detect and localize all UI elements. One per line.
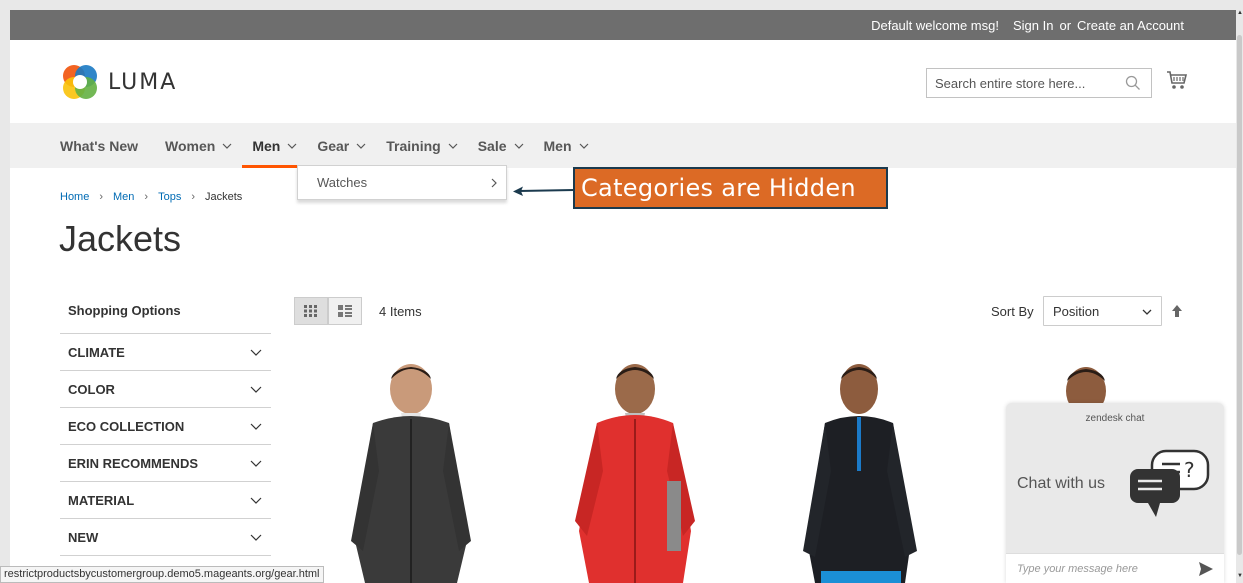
status-bar-url: restrictproductsbycustomergroup.demo5.ma… xyxy=(0,566,324,583)
logo-text: LUMA xyxy=(108,69,178,95)
chat-brand: zendesk chat xyxy=(1085,413,1145,424)
sort-by-value: Position xyxy=(1053,303,1100,319)
chevron-down-icon xyxy=(287,143,297,149)
chevron-down-icon xyxy=(448,143,458,149)
view-mode-switcher xyxy=(294,297,362,325)
chevron-down-icon xyxy=(222,143,232,149)
chevron-down-icon xyxy=(250,349,262,356)
page: Default welcome msg! Sign In or Create a… xyxy=(10,10,1236,583)
page-title: Jackets xyxy=(59,218,182,259)
filter-label: ECO COLLECTION xyxy=(68,418,185,434)
scrollbar-thumb[interactable] xyxy=(1237,35,1242,555)
product-image-black-fleece-jacket[interactable] xyxy=(333,361,493,583)
scroll-up-icon[interactable]: ▲ xyxy=(1237,10,1243,16)
nav-item-training[interactable]: Training xyxy=(386,123,458,168)
filter-material[interactable]: MATERIAL xyxy=(60,482,271,519)
sidebar: Shopping Options CLIMATE COLOR ECO COLLE… xyxy=(60,290,271,556)
luma-logo-icon xyxy=(63,65,97,99)
filter-color[interactable]: COLOR xyxy=(60,371,271,408)
chevron-down-icon xyxy=(579,143,588,149)
nav-item-label: Men xyxy=(543,137,572,154)
chevron-down-icon xyxy=(250,497,262,504)
nav-item-men[interactable]: Men xyxy=(242,123,309,168)
nav-item-label: Men xyxy=(252,137,281,154)
top-bar: Default welcome msg! Sign In or Create a… xyxy=(10,10,1236,40)
chevron-down-icon xyxy=(250,534,262,541)
chat-input-placeholder: Type your message here xyxy=(1017,562,1138,575)
or-text: or xyxy=(1059,17,1072,33)
nav-item-women[interactable]: Women xyxy=(165,123,233,168)
submenu-dropdown: Watches xyxy=(297,165,507,200)
nav-item-sale[interactable]: Sale xyxy=(478,123,525,168)
nav-item-men-2[interactable]: Men xyxy=(544,123,590,168)
nav-item-whats-new[interactable]: What's New xyxy=(60,123,138,168)
chevron-down-icon xyxy=(250,386,262,393)
nav-item-label: What's New xyxy=(60,137,139,154)
main-nav: What's New Women Men Gear Training Sale … xyxy=(10,123,1236,168)
nav-item-label: Training xyxy=(386,137,441,154)
sign-in-link[interactable]: Sign In xyxy=(1013,18,1053,33)
nav-item-label: Women xyxy=(165,137,216,154)
list-view-button[interactable] xyxy=(328,297,362,325)
annotation-arrow-icon xyxy=(513,186,575,196)
grid-icon xyxy=(304,305,317,317)
chevron-right-icon xyxy=(491,178,497,188)
nav-item-gear[interactable]: Gear xyxy=(317,123,367,168)
filter-label: COLOR xyxy=(68,381,115,397)
chevron-down-icon xyxy=(514,143,523,149)
breadcrumb-separator-icon: › xyxy=(191,191,196,203)
svg-text:?: ? xyxy=(1184,458,1195,482)
sort-direction-arrow-icon[interactable] xyxy=(1171,304,1183,318)
filter-label: NEW xyxy=(68,529,99,545)
chat-message-input[interactable]: Type your message here xyxy=(1006,553,1224,583)
chat-widget[interactable]: zendesk chat Chat with us ? Type your me… xyxy=(1006,403,1224,583)
filter-climate[interactable]: CLIMATE xyxy=(60,334,271,371)
header: LUMA xyxy=(10,40,1236,123)
product-image-black-quarter-zip-jacket[interactable] xyxy=(777,361,937,583)
search-box[interactable] xyxy=(926,68,1152,98)
breadcrumb-home[interactable]: Home xyxy=(60,191,89,203)
grid-view-button[interactable] xyxy=(294,297,328,325)
breadcrumb-tops[interactable]: Tops xyxy=(158,191,181,203)
list-icon xyxy=(338,305,352,317)
chat-bubble-icon: ? xyxy=(1130,449,1210,517)
breadcrumb-men[interactable]: Men xyxy=(113,191,134,203)
cart-icon[interactable] xyxy=(1166,70,1188,90)
chevron-down-icon xyxy=(356,143,366,149)
filter-label: CLIMATE xyxy=(68,344,125,360)
breadcrumb: Home › Men › Tops › Jackets xyxy=(60,191,242,203)
filter-label: ERIN RECOMMENDS xyxy=(68,455,199,471)
logo[interactable]: LUMA xyxy=(60,62,177,102)
filter-new[interactable]: NEW xyxy=(60,519,271,556)
filter-erin-recommends[interactable]: ERIN RECOMMENDS xyxy=(60,445,271,482)
product-image-red-fleece-jacket[interactable] xyxy=(555,361,715,583)
breadcrumb-separator-icon: › xyxy=(144,191,149,203)
submenu-item-watches[interactable]: Watches xyxy=(317,175,367,190)
shopping-options-title: Shopping Options xyxy=(60,290,271,334)
filter-eco-collection[interactable]: ECO COLLECTION xyxy=(60,408,271,445)
chevron-down-icon xyxy=(250,423,262,430)
sort-by-label: Sort By xyxy=(991,304,1034,319)
nav-item-label: Sale xyxy=(477,137,507,154)
annotation-label: Categories are Hidden xyxy=(573,167,888,209)
breadcrumb-current: Jackets xyxy=(205,191,243,203)
filter-label: MATERIAL xyxy=(68,492,135,508)
product-photo xyxy=(575,364,695,583)
create-account-link[interactable]: Create an Account xyxy=(1077,18,1184,33)
product-photo xyxy=(803,364,917,583)
product-photo xyxy=(351,364,471,583)
breadcrumb-separator-icon: › xyxy=(99,191,104,203)
send-icon[interactable] xyxy=(1198,561,1214,577)
search-input[interactable] xyxy=(935,75,1125,91)
items-count: 4 Items xyxy=(379,304,422,319)
chevron-down-icon xyxy=(250,460,262,467)
chat-title: Chat with us xyxy=(1017,475,1106,492)
search-icon[interactable] xyxy=(1125,75,1141,91)
sort-by-select[interactable]: Position xyxy=(1043,296,1162,326)
scroll-down-icon[interactable]: ▼ xyxy=(1237,573,1243,579)
welcome-message: Default welcome msg! xyxy=(871,17,999,33)
nav-item-label: Gear xyxy=(317,137,350,154)
chevron-down-icon xyxy=(1142,309,1152,315)
